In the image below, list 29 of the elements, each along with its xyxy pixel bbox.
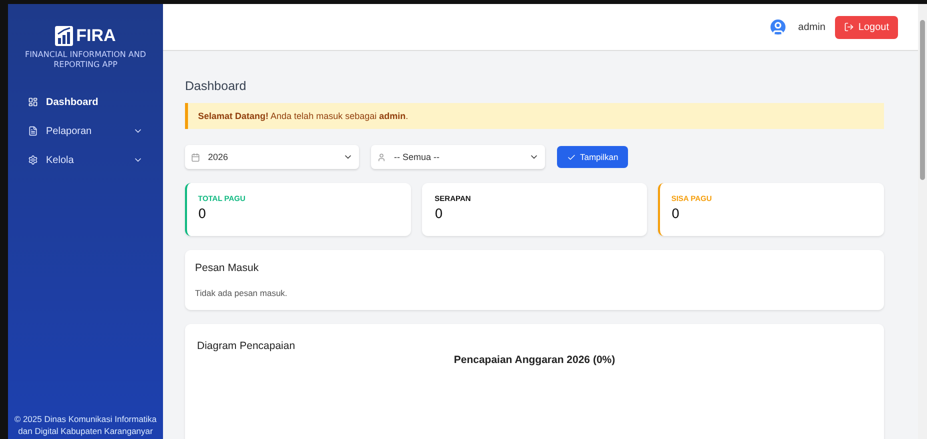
user-icon xyxy=(377,152,386,162)
nav-item[interactable]: Kelola xyxy=(8,146,163,174)
user-name: admin xyxy=(798,22,826,32)
check-icon xyxy=(567,152,576,162)
year-select[interactable]: 2026 xyxy=(185,145,359,169)
logout-button[interactable]: Logout xyxy=(835,16,898,38)
logout-icon xyxy=(844,22,854,32)
show-button[interactable]: Tampilkan xyxy=(557,146,628,168)
chart-title: Pencapaian Anggaran 2026 (0%) xyxy=(454,354,616,366)
footer-text: © 2025 Dinas Komunikasi Informatika dan Digital Kabupaten Karanganyar xyxy=(13,414,158,438)
user-avatar-icon xyxy=(768,17,788,37)
chart-logo-icon xyxy=(55,26,74,46)
dashboard-icon xyxy=(28,97,38,108)
card-title: Pesan Masuk xyxy=(195,262,259,274)
stat-value: 0 xyxy=(434,207,443,222)
stat-value: 0 xyxy=(671,207,680,222)
document-icon xyxy=(28,126,38,136)
settings-icon xyxy=(28,155,38,166)
stat-value: 0 xyxy=(198,207,206,222)
page-title: Dashboard xyxy=(185,79,248,93)
card-title: Diagram Pencapaian xyxy=(197,340,296,352)
welcome-alert: Selamat Datang! Anda telah masuk sebagai admin. xyxy=(185,103,884,129)
empty-message: Tidak ada pesan masuk. xyxy=(195,288,288,298)
nav-item[interactable]: Pelaporan xyxy=(8,118,163,145)
calendar-icon xyxy=(191,152,200,162)
nav-item[interactable]: Dashboard xyxy=(8,88,163,116)
unit-select[interactable]: -- Semua -- xyxy=(371,145,545,169)
brand-subtitle: FINANCIAL INFORMATION AND REPORTING APP xyxy=(24,49,148,71)
brand-name: FIRA xyxy=(76,26,116,46)
